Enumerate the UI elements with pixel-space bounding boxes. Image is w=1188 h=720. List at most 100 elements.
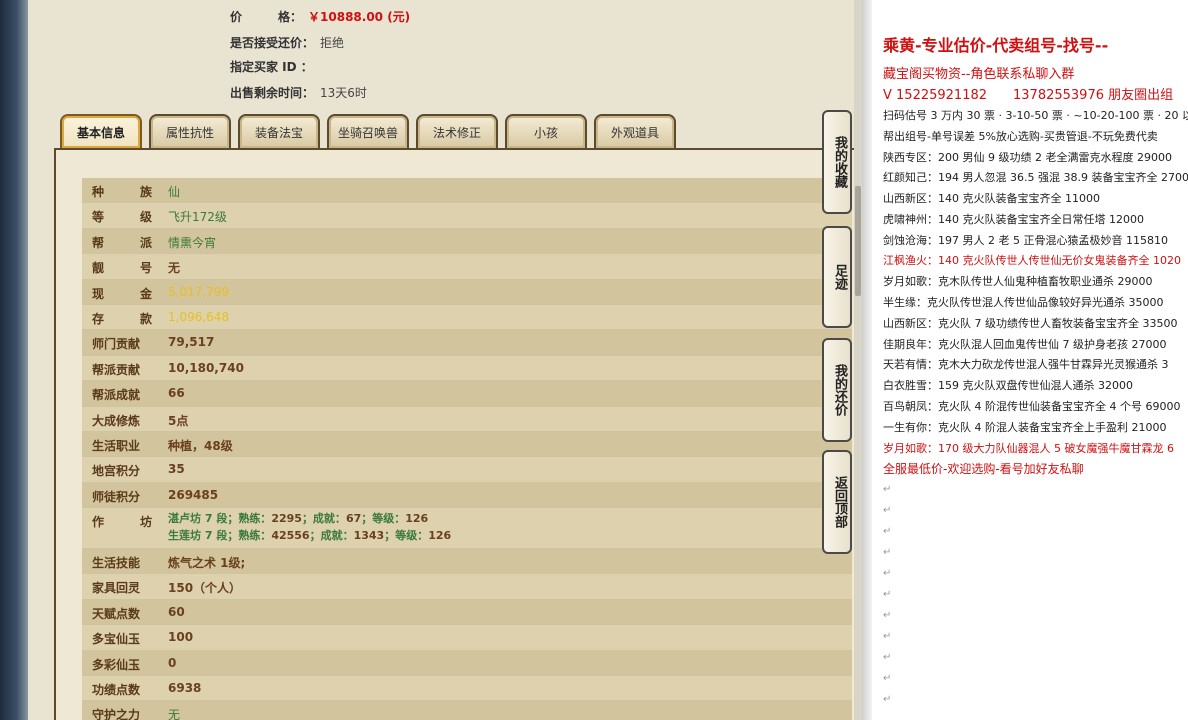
paragraph-mark-icon: ↵	[883, 484, 892, 495]
workshop-text: ；成就：	[309, 529, 354, 543]
tab-appearance[interactable]: 外观道具	[594, 114, 676, 148]
workshop-text: 生莲坊 7 段；熟练：	[168, 529, 272, 543]
attribute-value: 5,017,799	[168, 284, 230, 299]
doc-line: 全服最低价-欢迎选购-看号加好友私聊	[883, 462, 1084, 476]
attribute-value: 66	[168, 386, 185, 401]
paragraph-mark-icon: ↵	[883, 673, 892, 684]
doc-line: 半生缘：克火队传世混人传世仙品像较好异光通杀 35000	[883, 296, 1164, 309]
attribute-row: 师门贡献 79,517	[82, 330, 852, 356]
my-favorites-button[interactable]: 我的收藏	[822, 110, 852, 214]
attribute-label: 帮派成就	[92, 388, 141, 403]
doc-line: 红颜知己：194 男人忽混 36.5 强混 38.9 装备宝宝齐全 27000	[883, 171, 1188, 184]
attribute-label: 守护之力	[92, 708, 141, 720]
counter-offer-row: 是否接受还价： 拒绝	[230, 34, 344, 51]
listing-page: 价 格： ￥10888.00 (元) 是否接受还价： 拒绝 指定买家 ID ： 出售…	[28, 0, 862, 720]
footprints-button[interactable]: 足迹	[822, 226, 852, 328]
workshop-number: 42556	[271, 529, 310, 543]
attribute-value: 1,096,648	[168, 309, 230, 324]
doc-line: 岁月如歌：克木队传世人仙鬼种植畜牧职业通杀 29000	[883, 275, 1153, 288]
workshop-number: 67	[345, 512, 362, 526]
attribute-row: 帮派贡献 10,180,740	[82, 355, 852, 382]
attribute-label: 多宝仙玉	[92, 632, 141, 647]
attribute-value: 0	[168, 655, 177, 670]
attribute-label: 师门贡献	[92, 337, 141, 352]
attribute-grid: 种 族仙 等 级飞升172级 帮 派情熏今宵 靓 号无 现 金 5,017,799…	[82, 178, 852, 720]
doc-line: 岁月如歌：170 级大力队仙器混人 5 破女魔强牛魔甘霖龙 6	[883, 442, 1174, 455]
remaining-time-row: 出售剩余时间： 13天6时	[230, 84, 367, 101]
workshop-text: ；成就：	[301, 512, 346, 526]
paragraph-mark-icon: ↵	[883, 547, 892, 558]
attribute-value: 炼气之术 1级;	[168, 556, 246, 571]
doc-line: 天若有情：克木大力砍龙传世混人强牛甘霖异光灵猴通杀 3	[883, 358, 1169, 371]
my-offers-button[interactable]: 我的还价	[822, 338, 852, 442]
attribute-value: 6938	[168, 681, 202, 696]
attribute-value: 情熏今宵	[168, 235, 217, 250]
attribute-row: 天赋点数 60	[82, 599, 852, 626]
counter-offer-label: 是否接受还价：	[230, 36, 315, 50]
workshop-line-1: 湛卢坊 7 段；熟练：2295；成就：67；等级：126	[168, 510, 428, 526]
page-scrollbar[interactable]	[854, 0, 862, 720]
price-value: ￥10888.00 (元)	[308, 10, 411, 24]
doc-line: 山西新区：140 克火队装备宝宝齐全 11000	[883, 192, 1100, 205]
paragraph-mark-icon: ↵	[883, 526, 892, 537]
buyer-label: 指定买家 ID ：	[230, 60, 313, 74]
paragraph-mark-icon: ↵	[883, 694, 892, 705]
tab-basic-info[interactable]: 基本信息	[60, 114, 142, 148]
attribute-label: 现 金	[92, 286, 165, 301]
doc-line: 陕西专区：200 男仙 9 级功绩 2 老全满雷克水程度 29000	[883, 151, 1172, 164]
attribute-row: 存 款 1,096,648	[82, 304, 852, 331]
attribute-label: 靓 号	[92, 261, 165, 276]
tab-mounts-pets[interactable]: 坐骑召唤兽	[327, 114, 409, 148]
workshop-line-2: 生莲坊 7 段；熟练：42556；成就：1343；等级：126	[168, 527, 451, 543]
doc-line: 佳期良年：克火队混人回血鬼传世仙 7 级护身老孩 27000	[883, 338, 1167, 351]
attribute-row: 多彩仙玉 0	[82, 650, 852, 677]
window-divider	[862, 0, 872, 720]
paragraph-mark-icon: ↵	[883, 610, 892, 621]
attribute-row: 家具回灵 150（个人）	[82, 574, 852, 600]
attribute-value: 79,517	[168, 335, 215, 350]
attribute-row: 现 金 5,017,799	[82, 279, 852, 305]
price-row: 价 格： ￥10888.00 (元)	[230, 8, 410, 25]
back-to-top-button[interactable]: 返回顶部	[822, 450, 852, 554]
doc-line: 百鸟朝凤：克火队 4 阶混传世仙装备宝宝齐全 4 个号 69000	[883, 400, 1181, 413]
paragraph-mark-icon: ↵	[883, 505, 892, 516]
tab-children[interactable]: 小孩	[505, 114, 587, 148]
remaining-time-label: 出售剩余时间：	[230, 86, 315, 100]
tab-attributes[interactable]: 属性抗性	[149, 114, 231, 148]
attribute-value: 60	[168, 604, 185, 619]
attribute-label: 大成修炼	[92, 413, 141, 428]
window-edge	[0, 0, 28, 720]
attribute-label: 存 款	[92, 311, 165, 326]
attribute-label: 帮 派	[92, 235, 165, 250]
counter-offer-value: 拒绝	[320, 36, 345, 50]
remaining-time-value: 13天6时	[320, 86, 367, 100]
tab-equipment[interactable]: 装备法宝	[238, 114, 320, 148]
doc-line: 剑蚀沧海：197 男人 2 老 5 正骨混心猿孟极妙音 115810	[883, 234, 1168, 247]
document-pane: 乘黄-专业估价-代卖组号-找号-- 藏宝阁买物资--角色联系私聊入群 V 152…	[872, 0, 1188, 720]
attribute-label: 等 级	[92, 210, 165, 225]
workshop-text: 湛卢坊 7 段；熟练：	[168, 512, 272, 526]
workshop-text: ；等级：	[384, 529, 429, 543]
attribute-value: 10,180,740	[168, 360, 244, 375]
page-scroll-thumb[interactable]	[855, 186, 861, 296]
attribute-value: 150（个人）	[168, 581, 242, 596]
attribute-label: 功绩点数	[92, 683, 141, 698]
doc-title: 乘黄-专业估价-代卖组号-找号--	[883, 36, 1109, 55]
attribute-value: 35	[168, 462, 185, 477]
attribute-label: 地宫积分	[92, 464, 141, 479]
tab-spells[interactable]: 法术修正	[416, 114, 498, 148]
attribute-row: 帮 派情熏今宵	[82, 228, 852, 255]
workshop-number: 1343	[353, 529, 385, 543]
doc-line: 扫码估号 3 万内 30 票 · 3-10-50 票 · ~10-20-100 …	[883, 109, 1188, 122]
basic-info-panel: 种 族仙 等 级飞升172级 帮 派情熏今宵 靓 号无 现 金 5,017,799…	[54, 148, 862, 720]
attribute-label: 生活技能	[92, 556, 141, 571]
attribute-row: 靓 号无	[82, 254, 852, 280]
workshop-number: 126	[405, 512, 429, 526]
attribute-row: 功绩点数 6938	[82, 676, 852, 702]
workshop-row: 作 坊 湛卢坊 7 段；熟练：2295；成就：67；等级：126 生莲坊 7 段…	[82, 508, 852, 550]
doc-line: 江枫渔火：140 克火队传世人传世仙无价女鬼装备齐全 1020	[883, 254, 1181, 267]
paragraph-mark-icon: ↵	[883, 589, 892, 600]
attribute-row: 师徒积分 269485	[82, 482, 852, 509]
doc-line: V 15225921182 13782553976 朋友圈出组	[883, 88, 1174, 103]
attribute-row: 多宝仙玉 100	[82, 625, 852, 651]
